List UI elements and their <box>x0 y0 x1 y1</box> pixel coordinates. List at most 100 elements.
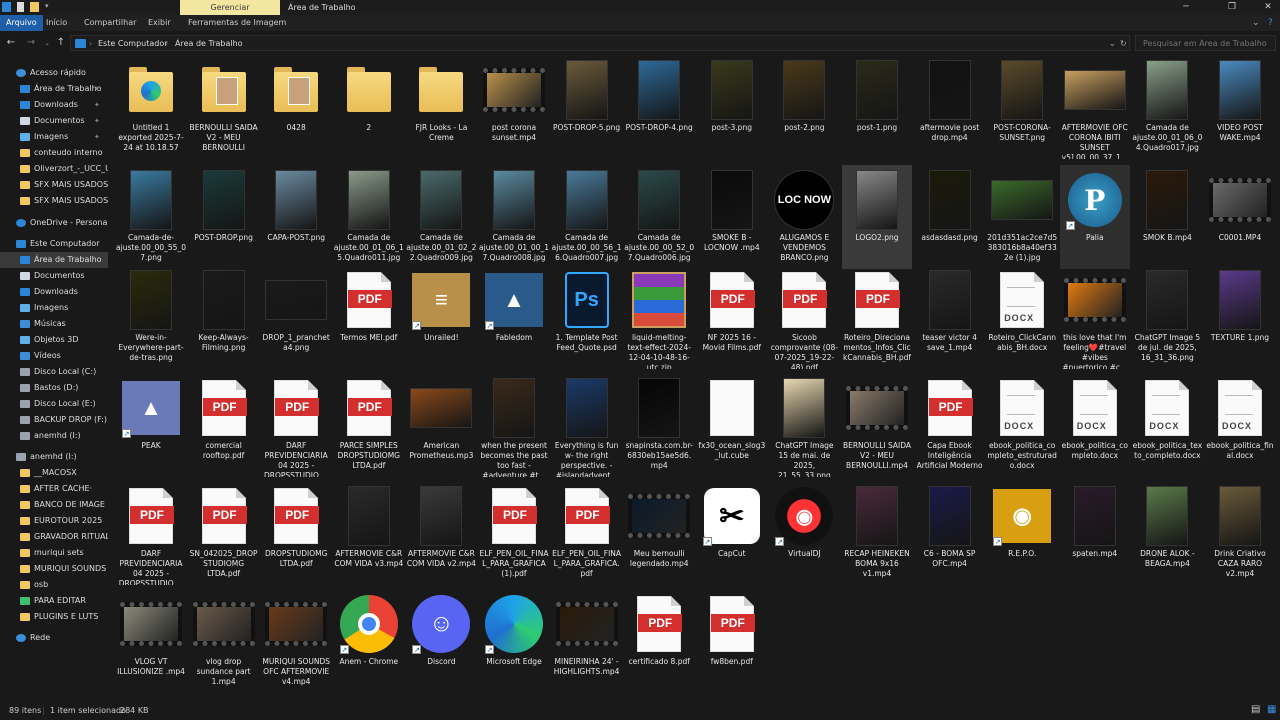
file-item[interactable]: RECAP HEINEKEN BOMA 9x16 v1.mp4 <box>842 481 912 585</box>
tab-file[interactable]: Arquivo <box>0 15 43 31</box>
file-item[interactable]: PDF NF 2025 16 - Movid Films.pdf <box>697 265 767 369</box>
file-item[interactable]: FJR Looks - La Creme <box>406 55 476 159</box>
sidebar-item[interactable]: anemhd (I:) <box>0 449 108 465</box>
file-item[interactable]: PDF DROPSTUDIOMG LTDA.pdf <box>261 481 331 585</box>
file-item[interactable]: LOGO2.png <box>842 165 912 269</box>
sidebar-item[interactable]: BANCO DE IMAGE <box>0 497 108 513</box>
file-item[interactable]: ◉ ↗ R.E.P.O. <box>987 481 1057 585</box>
details-view-icon[interactable]: ▤ <box>1251 704 1260 715</box>
file-item[interactable]: vlog drop sundance part 1.mp4 <box>189 589 259 693</box>
file-item[interactable]: when the present becomes the past too fa… <box>479 373 549 477</box>
file-item[interactable]: Camada de ajuste.00_01_06_15.Quadro011.j… <box>334 165 404 269</box>
sidebar-item[interactable]: conteudo interno <box>0 145 108 161</box>
back-button[interactable]: ← <box>4 36 18 50</box>
file-item[interactable]: liquid-melting-text-effect-2024-12-04-10… <box>624 265 694 369</box>
file-item[interactable]: PDF ELF_PEN_OIL_FINAL_PARA_GRAFICA (1).pd… <box>479 481 549 585</box>
folder-icon[interactable] <box>30 2 39 12</box>
file-item[interactable]: Untitled 1 exported 2025-7-24 at 10.18.5… <box>116 55 186 159</box>
file-item[interactable]: ▲ ↗ Fabledom <box>479 265 549 369</box>
file-item[interactable]: fx30_ocean_slog3_lut.cube <box>697 373 767 477</box>
file-item[interactable]: Drink Criativo CAZA RARO v2.mp4 <box>1205 481 1275 585</box>
sidebar-item[interactable]: Documentos ✦ <box>0 113 108 129</box>
file-item[interactable]: AFTERMOVIE C&R COM VIDA v3.mp4 <box>334 481 404 585</box>
large-icons-view-icon[interactable]: ▦ <box>1267 704 1276 715</box>
file-item[interactable]: Camada de ajuste.00_01_00_17.Quadro008.j… <box>479 165 549 269</box>
file-item[interactable]: Camada-de-ajuste.00_00_55_07.png <box>116 165 186 269</box>
file-item[interactable]: post corona sunset.mp4 <box>479 55 549 159</box>
file-item[interactable]: PDF Roteiro_Direcionamentos_Infos_ClickCa… <box>842 265 912 369</box>
help-icon[interactable]: ? <box>1268 15 1273 31</box>
file-item[interactable]: DOCX Roteiro_ClickCannabis_BH.docx <box>987 265 1057 369</box>
sidebar-item[interactable]: Disco Local (C:) <box>0 364 108 380</box>
file-item[interactable]: SMOKE B - LOCNOW .mp4 <box>697 165 767 269</box>
sidebar-item[interactable]: OneDrive - Personal <box>0 215 108 231</box>
sidebar-item[interactable]: osb <box>0 577 108 593</box>
save-icon[interactable] <box>17 2 24 12</box>
file-item[interactable]: 201d351ac2ce7d5383016b8a40ef332e (1).jpg <box>987 165 1057 269</box>
file-item[interactable]: post-2.png <box>769 55 839 159</box>
file-item[interactable]: VLOG VT ILLUSIONIZE .mp4 <box>116 589 186 693</box>
file-item[interactable]: Ps 1. Template Post Feed_Quote.psd <box>552 265 622 369</box>
sidebar-item[interactable]: EUROTOUR 2025 <box>0 513 108 529</box>
file-item[interactable]: DRONE ALOK - BEAGA.mp4 <box>1132 481 1202 585</box>
refresh-icon[interactable]: ↻ <box>1120 36 1127 51</box>
file-item[interactable]: POST-DROP-4.png <box>624 55 694 159</box>
sidebar-item[interactable]: PARA EDITAR <box>0 593 108 609</box>
file-item[interactable]: POST-DROP-5.png <box>552 55 622 159</box>
file-item[interactable]: Everything is fun w- the right perspecti… <box>552 373 622 477</box>
file-item[interactable]: AFTERMOVIE C&R COM VIDA v2.mp4 <box>406 481 476 585</box>
file-item[interactable]: DOCX ebook_politica_texto_completo.docx <box>1132 373 1202 477</box>
file-item[interactable]: Camada de ajuste.00_01_06_04.Quadro017.j… <box>1132 55 1202 159</box>
sidebar-item[interactable]: Rede <box>0 630 108 646</box>
breadcrumb-this-pc[interactable]: Este Computador <box>98 36 168 51</box>
file-item[interactable]: ◉ ↗ VirtualDJ <box>769 481 839 585</box>
sidebar-item[interactable]: Objetos 3D <box>0 332 108 348</box>
file-item[interactable]: American Prometheus.mp3 <box>406 373 476 477</box>
sidebar-item[interactable]: Área de Trabalho ✦ <box>0 81 108 97</box>
dropdown-icon[interactable]: ▾ <box>45 2 51 12</box>
sidebar-item[interactable]: Documentos <box>0 268 108 284</box>
context-tab-manage[interactable]: Gerenciar <box>180 0 280 15</box>
sidebar-item[interactable]: Imagens <box>0 300 108 316</box>
sidebar-item[interactable]: __MACOSX <box>0 465 108 481</box>
file-item[interactable]: MURIQUI SOUNDS OFC AFTERMOVIE v4.mp4 <box>261 589 331 693</box>
sidebar-item[interactable]: Oliverzort_-_UCC_U <box>0 161 108 177</box>
file-item[interactable]: DROP_1_prancheta4.png <box>261 265 331 369</box>
expand-ribbon-icon[interactable]: ⌄ <box>1252 15 1260 31</box>
file-item[interactable]: POST-DROP.png <box>189 165 259 269</box>
file-item[interactable]: asdasdasd.png <box>915 165 985 269</box>
file-item[interactable]: Were-in-Everywhere-part-de-tras.png <box>116 265 186 369</box>
sidebar-item[interactable]: Imagens ✦ <box>0 129 108 145</box>
file-item[interactable]: LOC NOW ALUGAMOS E VENDEMOS BRANCO.png <box>769 165 839 269</box>
file-item[interactable]: PDF DARF PREVIDENCIARIA 04 2025 - DROPSST… <box>116 481 186 585</box>
file-item[interactable]: PDF certificado 8.pdf <box>624 589 694 693</box>
path-dropdown-icon[interactable]: ⌄ <box>1109 36 1116 51</box>
recent-dropdown-icon[interactable]: ⌄ <box>40 36 54 50</box>
file-item[interactable]: MINEIRINHA 24' - HIGHLIGHTS.mp4 <box>552 589 622 693</box>
file-item[interactable]: ChatGPT Image 5 de jul. de 2025, 16_31_3… <box>1132 265 1202 369</box>
search-input[interactable] <box>1135 35 1276 51</box>
sidebar-item[interactable]: PLUGINS E LUTS <box>0 609 108 625</box>
file-item[interactable]: Camada de ajuste.00_01_02_22.Quadro009.j… <box>406 165 476 269</box>
file-item[interactable]: Meu bernoulli legendado.mp4 <box>624 481 694 585</box>
file-item[interactable]: BERNOULLI SAIDA V2 - MEU BERNOULLI.mp4 <box>842 373 912 477</box>
tab-share[interactable]: Compartilhar <box>78 15 142 31</box>
file-item[interactable]: ≡ ↗ Unrailed! <box>406 265 476 369</box>
file-item[interactable]: 2 <box>334 55 404 159</box>
sidebar-item[interactable]: MURIQUI SOUNDS <box>0 561 108 577</box>
file-item[interactable]: Camada de ajuste.00_00_56_16.Quadro007.j… <box>552 165 622 269</box>
file-item[interactable]: Keep-Always-Filming.png <box>189 265 259 369</box>
file-item[interactable]: PDF ELF_PEN_OIL_FINAL_PARA_GRAFICA.pdf <box>552 481 622 585</box>
sidebar-item[interactable]: Bastos (D:) <box>0 380 108 396</box>
sidebar-item[interactable]: Downloads <box>0 284 108 300</box>
sidebar-item[interactable]: BACKUP DROP (F:) <box>0 412 108 428</box>
tab-picture-tools[interactable]: Ferramentas de Imagem <box>182 15 292 31</box>
file-item[interactable]: PDF PARCE SIMPLES DROPSTUDIOMG LTDA.pdf <box>334 373 404 477</box>
file-item[interactable]: C0001.MP4 <box>1205 165 1275 269</box>
file-item[interactable]: CAPA-POST.png <box>261 165 331 269</box>
path-field[interactable]: › Este Computador › Área de Trabalho ⌄ ↻ <box>70 35 1130 51</box>
file-item[interactable]: BERNOULLI SAIDA V2 - MEU BERNOULLI <box>189 55 259 159</box>
file-item[interactable]: post-1.png <box>842 55 912 159</box>
close-button[interactable]: ✕ <box>1258 0 1278 15</box>
sidebar-item[interactable]: Downloads ✦ <box>0 97 108 113</box>
